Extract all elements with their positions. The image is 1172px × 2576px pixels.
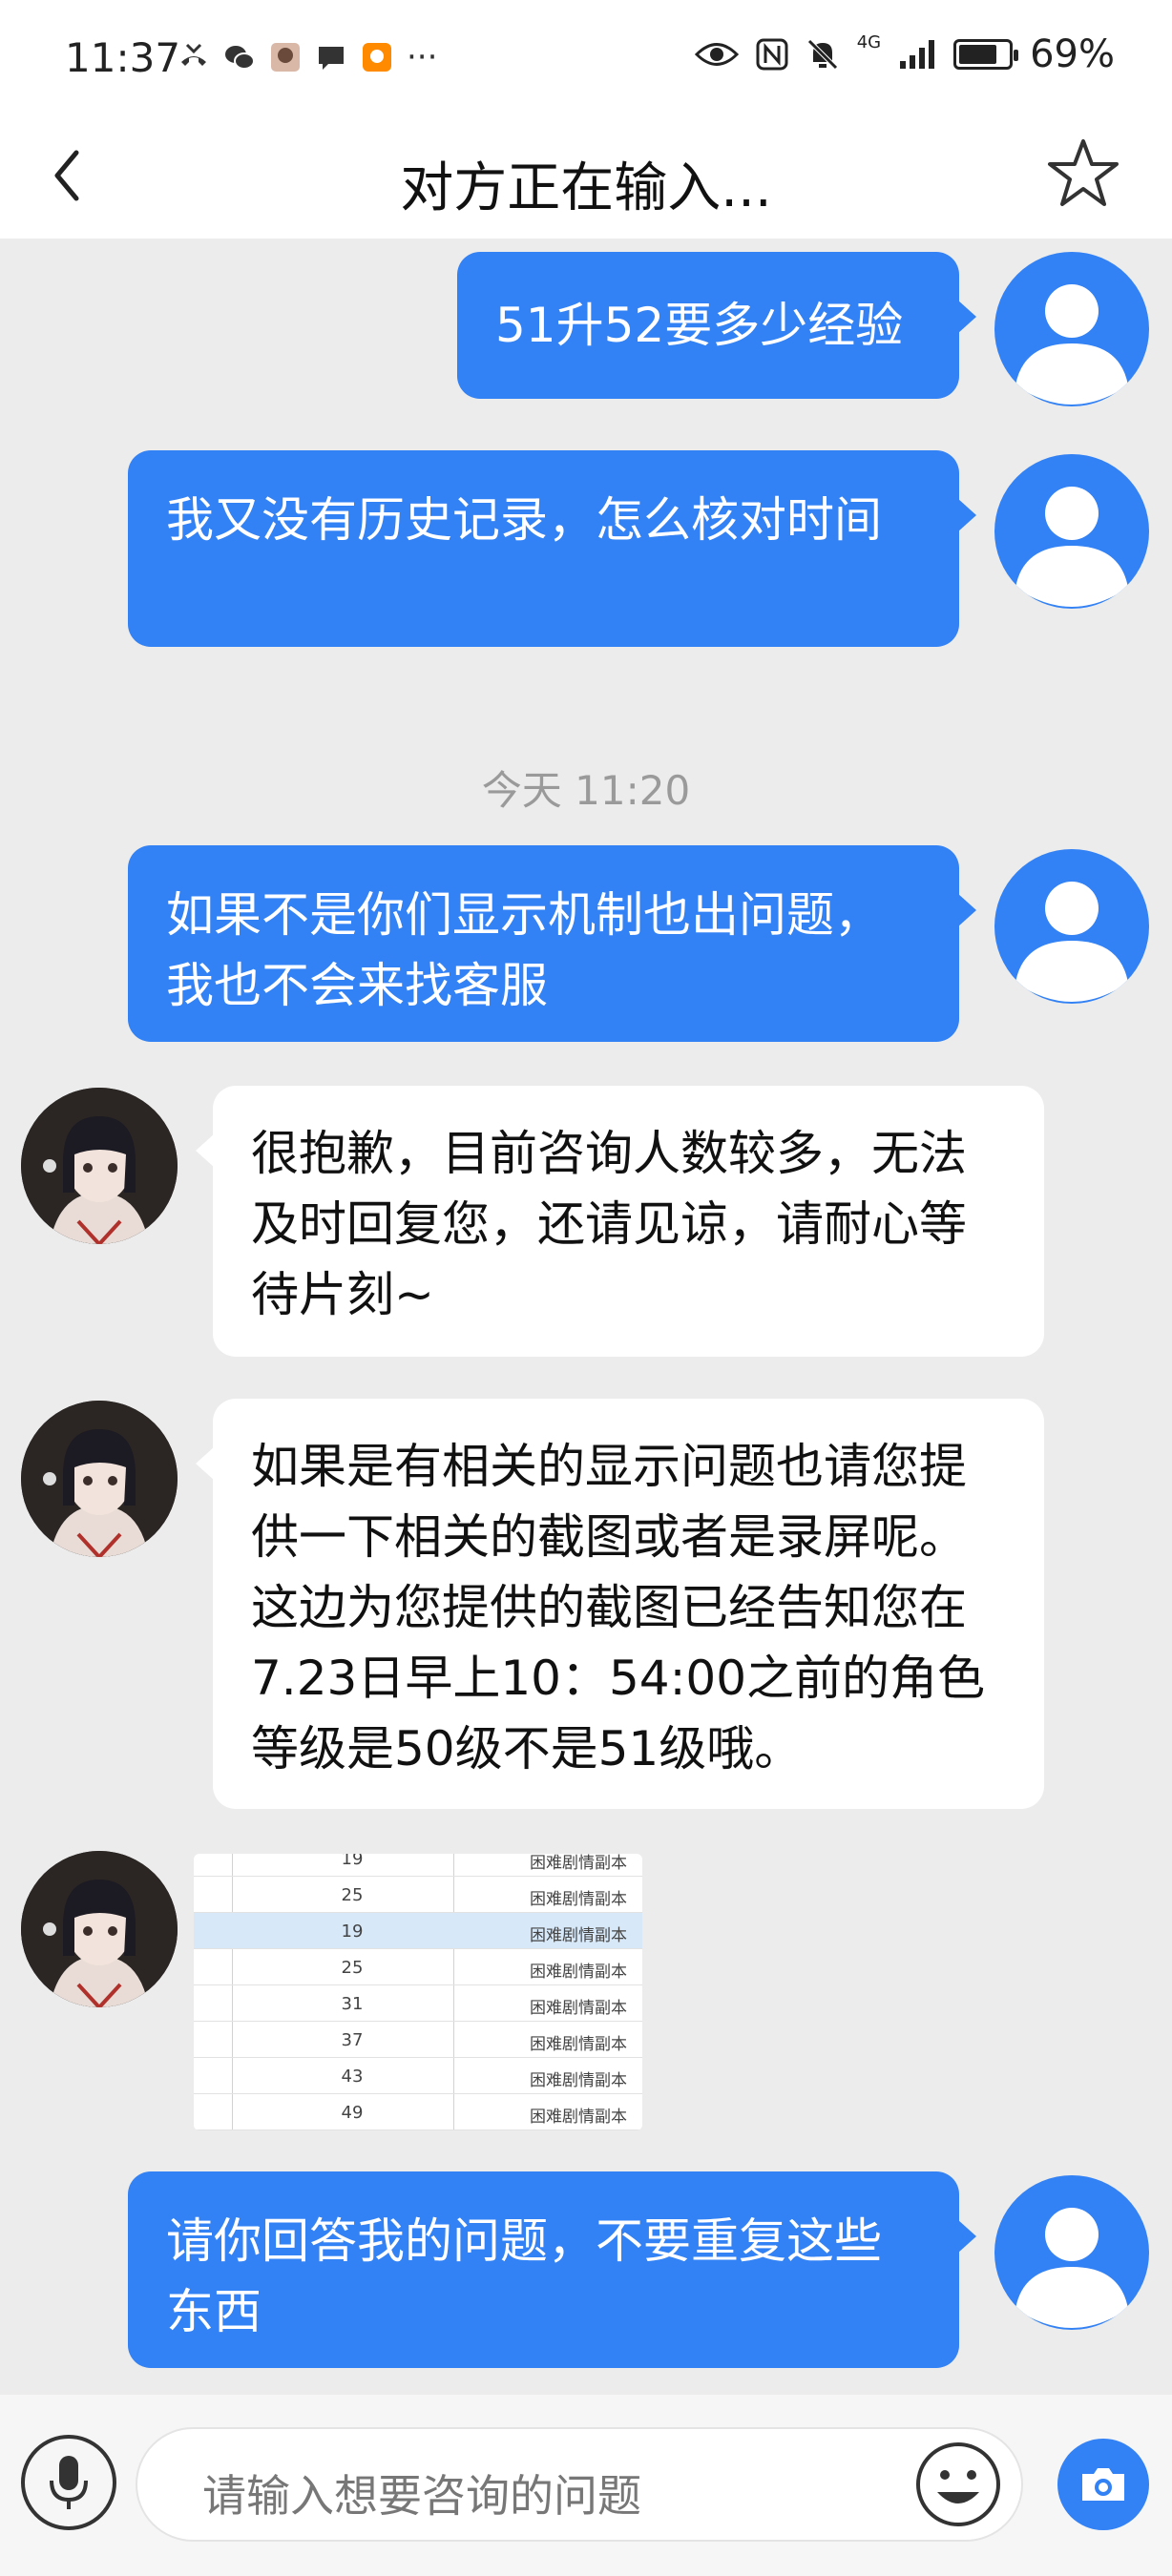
star-outline-icon: [1048, 139, 1119, 206]
page-title: 对方正在输入...: [400, 157, 772, 219]
voice-button[interactable]: [21, 2435, 116, 2530]
level-cell: 19: [341, 1922, 364, 1942]
agent-avatar[interactable]: [21, 1401, 178, 1557]
emoji-icon: [916, 2442, 1000, 2526]
level-cell: 25: [341, 1885, 364, 1905]
emoji-button[interactable]: [914, 2441, 1002, 2528]
status-bar: 11:37 ··· 4G 69%: [0, 0, 1172, 114]
missed-call-icon: [181, 43, 206, 66]
user-message[interactable]: 请你回答我的问题，不要重复这些东西: [128, 2171, 976, 2368]
signal-icon: [900, 40, 935, 69]
taobao-app-icon: [363, 43, 391, 72]
microphone-icon: [50, 2456, 88, 2509]
table-row: 19 困难剧情副本: [194, 1913, 642, 1949]
level-cell: 49: [341, 2103, 364, 2123]
agent-portrait: [21, 1088, 178, 1244]
favorite-button[interactable]: [1042, 132, 1124, 214]
table-row: 25 困难剧情副本: [194, 1877, 642, 1913]
person-icon: [1015, 284, 1128, 405]
level-cell: 25: [341, 1958, 364, 1978]
source-cell: 困难剧情副本: [530, 1854, 627, 1873]
person-icon: [1015, 487, 1128, 607]
wechat-icon: [225, 46, 255, 70]
agent-avatar[interactable]: [21, 1851, 178, 2007]
table-row: 25 困难剧情副本: [194, 1949, 642, 1985]
user-message[interactable]: 51升52要多少经验: [457, 252, 976, 399]
user-avatar[interactable]: [994, 849, 1149, 1004]
status-time: 11:37: [65, 34, 181, 81]
user-message[interactable]: 如果不是你们显示机制也出问题，我也不会来找客服: [128, 845, 976, 1042]
message-icon: [319, 47, 344, 70]
message-text: 请你回答我的问题，不要重复这些东西: [166, 2213, 882, 2339]
camera-button[interactable]: [1057, 2439, 1149, 2530]
user-avatar[interactable]: [994, 2175, 1149, 2330]
source-cell: 困难剧情副本: [530, 1999, 627, 2018]
person-icon: [1015, 882, 1128, 1002]
agent-portrait: [21, 1401, 178, 1557]
message-text: 我又没有历史记录，怎么核对时间: [166, 492, 882, 548]
system-status: 4G 69%: [694, 32, 1115, 76]
message-text: 如果是有相关的显示问题也请您提供一下相关的截图或者是录屏呢。这边为您提供的截图已…: [251, 1439, 986, 1776]
message-text: 如果不是你们显示机制也出问题，我也不会来找客服: [166, 887, 882, 1013]
user-message[interactable]: 我又没有历史记录，怎么核对时间: [128, 450, 976, 647]
battery-percent: 69%: [1030, 32, 1115, 76]
user-avatar[interactable]: [994, 454, 1149, 609]
nfc-icon: [756, 38, 788, 71]
user-avatar[interactable]: [994, 252, 1149, 406]
input-bar: 请输入想要咨询的问题: [0, 2395, 1172, 2576]
level-cell: 43: [341, 2067, 364, 2087]
bell-muted-icon: [806, 39, 838, 70]
message-timestamp: 今天 11:20: [481, 767, 691, 814]
eye-icon: [694, 43, 739, 66]
source-cell: 困难剧情副本: [530, 1926, 627, 1945]
table-row: 37 困难剧情副本: [194, 2022, 642, 2058]
navigation-bar: 对方正在输入...: [0, 114, 1172, 239]
network-type: 4G: [856, 32, 882, 52]
source-cell: 困难剧情副本: [530, 1963, 627, 1982]
table-row: 43 困难剧情副本: [194, 2058, 642, 2094]
input-placeholder: 请输入想要咨询的问题: [202, 2470, 641, 2522]
level-cell: 31: [341, 1994, 364, 2014]
source-cell: 困难剧情副本: [530, 2071, 627, 2090]
agent-avatar[interactable]: [21, 1088, 178, 1244]
chat-area[interactable]: 51升52要多少经验 我又没有历史记录，怎么核对时间 今天 11:20 如果不是…: [0, 239, 1172, 2395]
message-text: 很抱歉，目前咨询人数较多，无法及时回复您，还请见谅，请耐心等待片刻~: [251, 1126, 967, 1322]
battery-level: [959, 45, 996, 64]
source-cell: 困难剧情副本: [530, 2035, 627, 2054]
table-row: 31 困难剧情副本: [194, 1985, 642, 2022]
level-cell: 37: [341, 2030, 364, 2050]
camera-icon: [1082, 2468, 1124, 2501]
agent-portrait: [21, 1851, 178, 2007]
game-app-icon: [271, 43, 300, 72]
agent-message[interactable]: 如果是有相关的显示问题也请您提供一下相关的截图或者是录屏呢。这边为您提供的截图已…: [196, 1399, 1044, 1809]
table-row: 49 困难剧情副本: [194, 2094, 642, 2130]
source-cell: 困难剧情副本: [530, 1890, 627, 1909]
person-icon: [1015, 2208, 1128, 2328]
screenshot-image-message[interactable]: 19 困难剧情副本 25 困难剧情副本 19 困难剧情副本 25 困难剧情副本 31 困难剧情副本…: [194, 1854, 642, 2130]
source-cell: 困难剧情副本: [530, 2108, 627, 2127]
more-notifications-icon: ···: [407, 38, 438, 76]
table-row: 19 困难剧情副本: [194, 1854, 642, 1877]
notification-icons: ···: [178, 38, 437, 76]
agent-message[interactable]: 很抱歉，目前咨询人数较多，无法及时回复您，还请见谅，请耐心等待片刻~: [196, 1086, 1044, 1357]
level-cell: 19: [341, 1854, 364, 1869]
battery-icon: [953, 39, 1019, 70]
message-input[interactable]: 请输入想要咨询的问题: [136, 2427, 1023, 2542]
message-text: 51升52要多少经验: [495, 298, 904, 353]
